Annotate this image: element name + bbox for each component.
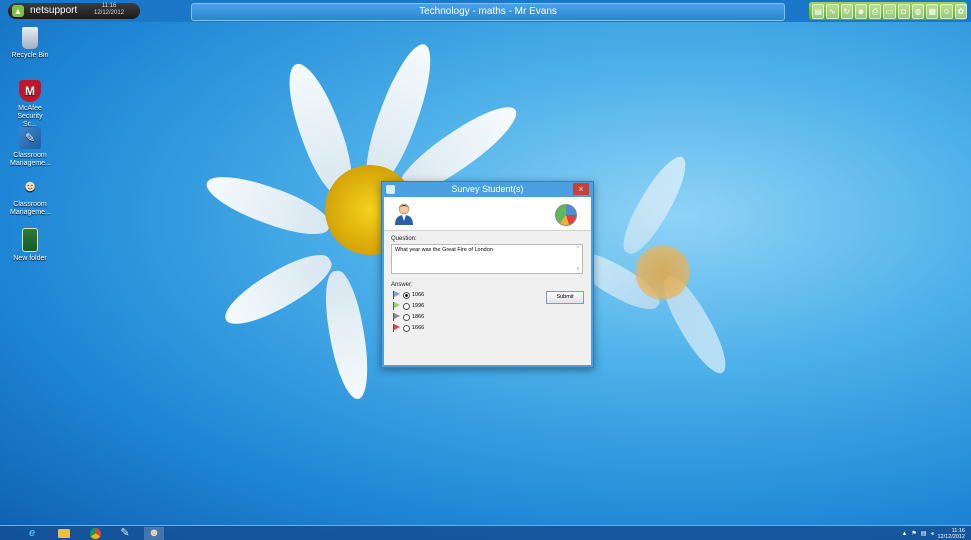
close-button[interactable]: × (573, 183, 589, 195)
show-hidden-icons-icon[interactable]: ▲ (901, 531, 907, 537)
question-textbox[interactable]: What year was the Great Fire of London ^… (391, 244, 583, 274)
people-icon[interactable]: ☻ (854, 3, 868, 19)
submit-button[interactable]: Submit (546, 291, 584, 304)
classroom-icon[interactable]: ☻ (144, 527, 164, 540)
taskbar: e ✎ ☻ ▲ ⚑ ▤ ◂ 11:16 12/12/2012 (0, 525, 971, 540)
volume-icon[interactable]: ◂ (930, 530, 933, 537)
answer-label: Answer: (391, 282, 413, 288)
desktop-icon-recycle-bin[interactable]: Recycle Bin (10, 27, 50, 60)
refresh-icon[interactable]: ↻ (840, 3, 853, 19)
dialog-header (384, 197, 591, 231)
clock-date: 12/12/2012 (937, 533, 965, 540)
doc-icon[interactable]: ▦ (926, 3, 939, 19)
class-title-bar[interactable]: Technology - maths - Mr Evans (191, 3, 785, 21)
question-scrollbar[interactable]: ^ v (575, 246, 581, 272)
scroll-down-icon[interactable]: v (575, 266, 581, 272)
settings-icon[interactable]: ✿ (954, 3, 967, 19)
folder-icon (22, 228, 38, 252)
answer-radio[interactable] (403, 302, 410, 310)
answer-radio[interactable] (403, 313, 410, 321)
desktop-icon-label: McAfee Security Sc... (17, 105, 43, 128)
survey-dialog-titlebar[interactable]: Survey Student(s) × (382, 182, 593, 197)
answer-text: 1666 (412, 325, 425, 331)
dialog-title: Survey Student(s) (451, 184, 524, 194)
netsupport-toolbar: ▤ ∿ ↻ ☻ ⎙ ▭ ◘ ◍ ▦ ☺ ✿ (809, 2, 967, 20)
pie-chart-icon (555, 204, 577, 226)
netsupport-date: 12/12/2012 (94, 10, 125, 16)
chrome-icon[interactable] (85, 527, 105, 540)
desktop-icon-label: Classroom Manageme... (10, 201, 51, 216)
flag-icon[interactable]: ⚑ (911, 530, 916, 537)
netsupport-label: netsupport (30, 5, 78, 16)
answer-option[interactable]: 1066 (393, 290, 424, 300)
recycle-bin-icon (22, 27, 38, 49)
desktop-icon-classroom-tools[interactable]: ✎ Classroom Manageme... (10, 127, 51, 168)
answer-radio[interactable] (403, 291, 410, 299)
survey-dialog: Survey Student(s) × Question: What year … (381, 181, 594, 368)
classroom-people-icon: ☻ (21, 178, 39, 195)
system-tray: ▲ ⚑ ▤ ◂ 11:16 12/12/2012 (901, 527, 965, 540)
green-flag-icon (393, 302, 401, 310)
grey-flag-icon (393, 313, 401, 321)
explorer-icon[interactable] (54, 527, 74, 540)
answer-text: 1066 (412, 292, 425, 298)
question-text: What year was the Great Fire of London (395, 247, 493, 253)
desktop-icon-label: Recycle Bin (11, 52, 49, 59)
network-icon[interactable]: ▤ (921, 530, 927, 537)
ie-icon[interactable]: e (22, 527, 42, 540)
answer-option[interactable]: 1866 (393, 312, 424, 322)
mcafee-icon: M (19, 80, 41, 102)
print-icon[interactable]: ⎙ (869, 3, 882, 19)
red-flag-icon (393, 324, 401, 332)
desktop-icon-classroom-people[interactable]: ☻ Classroom Manageme... (10, 176, 51, 217)
clock[interactable]: 11:16 12/12/2012 (937, 528, 965, 540)
globe-icon[interactable]: ◍ (911, 3, 925, 19)
answer-option[interactable]: 1666 (393, 323, 424, 333)
dialog-app-icon (386, 185, 395, 194)
blue-flag-icon (393, 291, 401, 299)
answer-radio[interactable] (403, 324, 410, 332)
chart-icon[interactable]: ▤ (812, 3, 825, 19)
answer-text: 1996 (412, 303, 425, 309)
monitor-icon[interactable]: ∿ (826, 3, 839, 19)
answer-text: 1866 (412, 314, 425, 320)
desktop-icon-mcafee[interactable]: M McAfee Security Sc... (10, 80, 50, 129)
netsupport-logo-icon: ▲ (12, 5, 24, 17)
student-icon (395, 203, 413, 225)
desktop: ▲ netsupport 11:16 12/12/2012 Technology… (0, 0, 971, 540)
desktop-icon-label: New folder (13, 255, 47, 262)
paint-icon[interactable]: ✎ (115, 527, 135, 540)
desktop-icon-new-folder[interactable]: New folder (10, 228, 50, 263)
desktop-icon-label: Classroom Manageme... (10, 152, 51, 167)
user-icon[interactable]: ☺ (940, 3, 953, 19)
camera-icon[interactable]: ◘ (897, 3, 910, 19)
netsupport-time: 11:16 (101, 3, 117, 9)
screen-icon[interactable]: ▭ (883, 3, 896, 19)
netsupport-tab[interactable]: ▲ netsupport 11:16 12/12/2012 (8, 3, 140, 19)
survey-dialog-body: Question: What year was the Great Fire o… (384, 197, 591, 365)
classroom-tools-icon: ✎ (19, 127, 41, 149)
question-label: Question: (391, 236, 417, 242)
answer-option[interactable]: 1996 (393, 301, 424, 311)
netsupport-clock: 11:16 12/12/2012 (94, 3, 124, 17)
netsupport-top-bar: ▲ netsupport 11:16 12/12/2012 Technology… (0, 0, 971, 22)
